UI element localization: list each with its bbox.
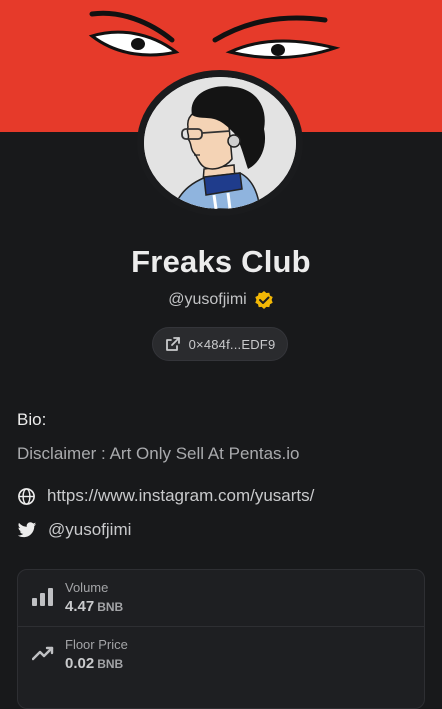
bio-text: Disclaimer : Art Only Sell At Pentas.io — [17, 444, 300, 463]
collection-title: Freaks Club — [131, 244, 311, 279]
twitter-link[interactable]: @yusofjimi — [17, 520, 131, 540]
avatar-image — [144, 77, 296, 209]
twitter-icon — [17, 521, 37, 539]
stat-volume: Volume 4.47 BNB — [18, 570, 424, 626]
avatar — [137, 70, 303, 216]
external-link-icon — [165, 336, 181, 352]
wallet-address-text: 0×484f...EDF9 — [188, 336, 276, 352]
handle-row: @yusofjimi — [0, 290, 442, 310]
stats-card: Volume 4.47 BNB Floor Price 0.02 BNB — [17, 569, 425, 709]
bar-chart-icon — [32, 588, 54, 606]
wallet-address-button[interactable]: 0×484f...EDF9 — [152, 327, 288, 361]
stat-unit: BNB — [97, 600, 124, 614]
website-link[interactable]: https://www.instagram.com/yusarts/ — [17, 486, 314, 506]
bio-label: Bio: — [17, 410, 47, 429]
stat-value: 4.47 BNB — [65, 598, 123, 615]
verified-badge-icon — [254, 290, 274, 310]
stat-number: 0.02 — [65, 655, 95, 672]
stat-floor-price: Floor Price 0.02 BNB — [18, 626, 424, 683]
twitter-handle[interactable]: @yusofjimi — [48, 520, 131, 540]
website-url[interactable]: https://www.instagram.com/yusarts/ — [47, 486, 314, 506]
stat-label: Floor Price — [65, 637, 128, 652]
stat-label: Volume — [65, 580, 109, 595]
globe-icon — [17, 487, 36, 506]
trending-up-icon — [32, 645, 54, 661]
stat-value: 0.02 BNB — [65, 655, 123, 672]
creator-handle[interactable]: @yusofjimi — [168, 291, 246, 309]
stat-unit: BNB — [97, 657, 124, 671]
stat-number: 4.47 — [65, 598, 95, 615]
